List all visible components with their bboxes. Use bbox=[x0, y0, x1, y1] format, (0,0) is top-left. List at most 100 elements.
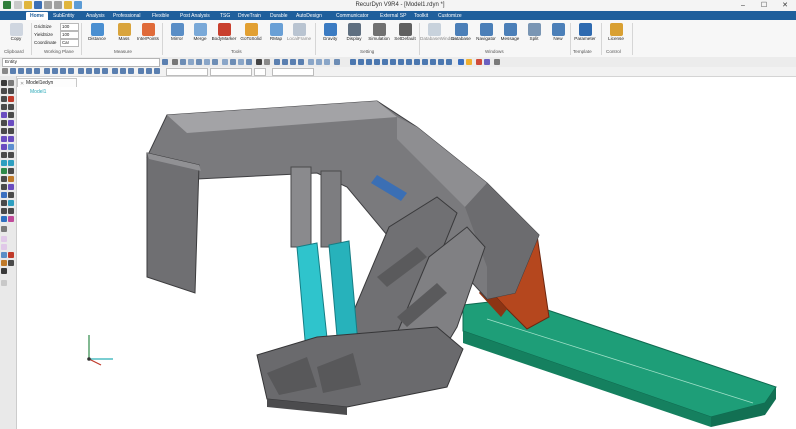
view-back-icon[interactable] bbox=[316, 59, 322, 65]
view-left-icon[interactable] bbox=[308, 59, 314, 65]
toggle-axis-icon[interactable] bbox=[430, 59, 436, 65]
motion-icon[interactable] bbox=[1, 136, 7, 142]
view-right-icon[interactable] bbox=[298, 59, 304, 65]
view-rotate-icon[interactable] bbox=[246, 59, 252, 65]
coordinate-select[interactable]: Car bbox=[60, 39, 79, 47]
texture-icon[interactable] bbox=[484, 59, 490, 65]
translational-force-icon[interactable] bbox=[1, 184, 7, 190]
rotate-icon[interactable] bbox=[18, 68, 24, 74]
report-icon[interactable] bbox=[1, 260, 7, 266]
toggle-joint-icon[interactable] bbox=[366, 59, 372, 65]
link-icon[interactable] bbox=[1, 88, 7, 94]
flex-body-icon[interactable] bbox=[8, 216, 14, 222]
toggle-shadow-icon[interactable] bbox=[422, 59, 428, 65]
snap-icon[interactable] bbox=[34, 68, 40, 74]
toggle-geometry-icon[interactable] bbox=[414, 59, 420, 65]
view-zoom-icon[interactable] bbox=[230, 59, 236, 65]
view-pan-icon[interactable] bbox=[238, 59, 244, 65]
gear-joint-icon[interactable] bbox=[1, 128, 7, 134]
database-button[interactable]: Database bbox=[447, 23, 475, 51]
rotational-force-icon[interactable] bbox=[8, 176, 14, 182]
coupler-icon[interactable] bbox=[8, 128, 14, 134]
tab-communicator[interactable]: Communicator bbox=[336, 12, 369, 20]
select-arrow-icon[interactable] bbox=[172, 59, 178, 65]
view-top-icon[interactable] bbox=[290, 59, 296, 65]
tab-post-analysis[interactable]: Post Analysis bbox=[180, 12, 210, 20]
revolute-joint-icon[interactable] bbox=[1, 96, 7, 102]
cone-icon[interactable] bbox=[102, 68, 108, 74]
entity-select[interactable]: Entity bbox=[2, 58, 160, 67]
request-icon[interactable] bbox=[8, 192, 14, 198]
expression-icon[interactable] bbox=[1, 200, 7, 206]
cylinder-icon[interactable] bbox=[86, 68, 92, 74]
boolean-icon[interactable] bbox=[138, 68, 144, 74]
chamfer-icon[interactable] bbox=[154, 68, 160, 74]
align-icon[interactable] bbox=[44, 68, 50, 74]
tab-toolkit[interactable]: Toolkit bbox=[414, 12, 428, 20]
chain-icon[interactable] bbox=[8, 88, 14, 94]
view-fit-icon[interactable] bbox=[222, 59, 228, 65]
sphere-contact-icon[interactable] bbox=[8, 168, 14, 174]
toggle-icon-icon[interactable] bbox=[406, 59, 412, 65]
copy-button[interactable]: Copy bbox=[2, 23, 30, 51]
undo-icon[interactable] bbox=[44, 1, 52, 9]
minimize-button[interactable]: – bbox=[733, 0, 753, 11]
toggle-grid-icon[interactable] bbox=[350, 59, 356, 65]
model-canvas[interactable] bbox=[17, 87, 796, 429]
localframe-button[interactable]: LocalFrame bbox=[285, 23, 313, 51]
spherical-joint-icon[interactable] bbox=[1, 104, 7, 110]
gravity-force-icon[interactable] bbox=[8, 184, 14, 190]
move-icon[interactable] bbox=[10, 68, 16, 74]
beam-icon[interactable] bbox=[1, 152, 7, 158]
curve-contact-icon[interactable] bbox=[1, 168, 7, 174]
color-icon[interactable] bbox=[458, 59, 464, 65]
select-lasso-icon[interactable] bbox=[188, 59, 194, 65]
toggle-force-icon[interactable] bbox=[374, 59, 380, 65]
fixed-joint-icon[interactable] bbox=[8, 104, 14, 110]
new-window-button[interactable]: New bbox=[544, 23, 572, 51]
axial-force-icon[interactable] bbox=[1, 176, 7, 182]
coordinate-y-field[interactable] bbox=[210, 68, 252, 76]
sphere-icon[interactable] bbox=[94, 68, 100, 74]
solid-contact-icon[interactable] bbox=[8, 160, 14, 166]
cylindrical-joint-icon[interactable] bbox=[8, 112, 14, 118]
extrude-icon[interactable] bbox=[120, 68, 126, 74]
select-box-icon[interactable] bbox=[180, 59, 186, 65]
fillet-icon[interactable] bbox=[146, 68, 152, 74]
options-icon[interactable] bbox=[494, 59, 500, 65]
open-file-icon[interactable] bbox=[24, 1, 32, 9]
matrix-force-icon[interactable] bbox=[8, 152, 14, 158]
cursor-icon[interactable] bbox=[1, 268, 7, 274]
gotosolid-button[interactable]: GoToSolid bbox=[237, 23, 265, 51]
help-icon[interactable] bbox=[1, 280, 7, 286]
view-iso-icon[interactable] bbox=[274, 59, 280, 65]
arc-icon[interactable] bbox=[68, 68, 74, 74]
material-icon[interactable] bbox=[476, 59, 482, 65]
plot-icon[interactable] bbox=[1, 226, 7, 232]
render-wire-icon[interactable] bbox=[264, 59, 270, 65]
spline-icon[interactable] bbox=[1, 208, 7, 214]
translational-joint-icon[interactable] bbox=[8, 96, 14, 102]
toggle-marker-icon[interactable] bbox=[358, 59, 364, 65]
select-face-icon[interactable] bbox=[204, 59, 210, 65]
grid-size-input[interactable]: 100 bbox=[60, 23, 79, 31]
folder-icon[interactable] bbox=[64, 1, 72, 9]
curve-icon[interactable] bbox=[8, 208, 14, 214]
yield-size-input[interactable]: 100 bbox=[60, 31, 79, 39]
scale-icon[interactable] bbox=[26, 68, 32, 74]
view-bottom-icon[interactable] bbox=[324, 59, 330, 65]
setdefault-button[interactable]: SetDefault bbox=[391, 23, 419, 51]
model-viewport[interactable]: Model1 bbox=[17, 87, 796, 429]
pointer-icon[interactable] bbox=[1, 80, 7, 86]
render-solid-icon[interactable] bbox=[256, 59, 262, 65]
screw-joint-icon[interactable] bbox=[8, 120, 14, 126]
view-front-icon[interactable] bbox=[282, 59, 288, 65]
parameter-button[interactable]: Parameter bbox=[571, 23, 599, 51]
revolve-icon[interactable] bbox=[128, 68, 134, 74]
sensor-icon[interactable] bbox=[1, 192, 7, 198]
light-bulb-icon[interactable] bbox=[466, 59, 472, 65]
driver-icon[interactable] bbox=[8, 136, 14, 142]
camera-icon[interactable] bbox=[334, 59, 340, 65]
select-body-icon[interactable] bbox=[196, 59, 202, 65]
universal-joint-icon[interactable] bbox=[1, 112, 7, 118]
